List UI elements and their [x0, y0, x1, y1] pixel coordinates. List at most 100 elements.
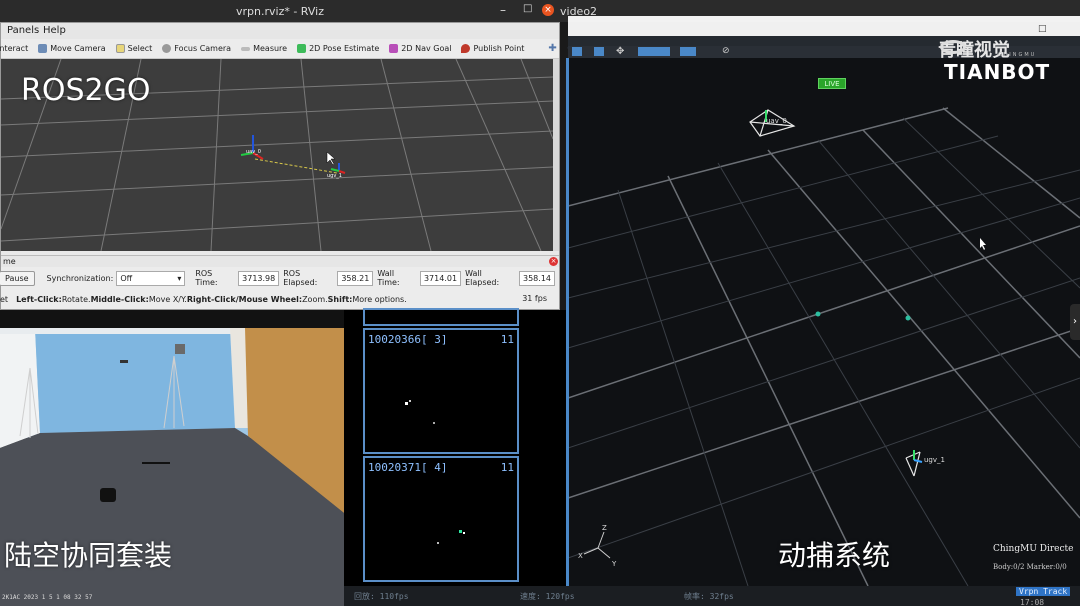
sync-select[interactable]: Off ▾ [116, 270, 186, 286]
tool-2d-nav-goal[interactable]: 2D Nav Goal [389, 44, 451, 53]
axis-x-label: X [578, 552, 583, 560]
minimize-icon[interactable]: – [500, 3, 506, 17]
measure-icon [241, 46, 251, 51]
settings-icon[interactable]: ⊘ [722, 46, 730, 56]
maximize-icon[interactable]: □ [1038, 24, 1047, 34]
camera-id-1-text: 10020366 [368, 333, 421, 346]
chingmu-brand: ChingMU Directe [993, 544, 1074, 554]
marker-dot [459, 530, 462, 533]
tool-publish-point-label: Publish Point [473, 44, 525, 53]
toolbar-btn-icon[interactable] [638, 47, 670, 56]
move-camera-icon [38, 44, 48, 53]
tool-publish-point[interactable]: Publish Point [461, 44, 524, 53]
os-title-bar: vrpn.rviz* - RViz – □ × video2 [0, 0, 1080, 22]
marker-dot [433, 422, 435, 424]
pause-button[interactable]: Pause [0, 270, 35, 286]
menu-help[interactable]: Help [43, 25, 66, 36]
hint-shift: Shift: [327, 294, 353, 304]
tool-focus-camera[interactable]: Focus Camera [162, 44, 231, 53]
tool-select[interactable]: Select [115, 44, 152, 53]
room-camera-photo: 陆空协同套装 2K1AC 2023 1 5 1 08 32 57 [0, 328, 344, 606]
fps-readout: 31 fps [522, 294, 547, 303]
camera-id-1: 10020366[ 3] [368, 333, 447, 346]
select-icon [115, 44, 125, 53]
mocap-label-ugv: ugv_1 [924, 456, 945, 464]
tool-interact[interactable]: Interact [0, 44, 28, 53]
hint-left-click-text: Rotate. [61, 294, 91, 304]
hint-shift-text: More options. [352, 294, 407, 304]
tool-2d-pose-estimate[interactable]: 2D Pose Estimate [297, 44, 379, 53]
focus-camera-icon [162, 44, 172, 53]
overlay-ros2go: ROS2GO [21, 73, 151, 108]
rviz-3d-view[interactable]: ROS2GO uav_0 ugv_1 [1, 59, 553, 251]
menu-panels[interactable]: Panels [7, 25, 39, 36]
move-icon[interactable]: ✥ [616, 46, 624, 57]
rviz-toolbar: Interact Move Camera Select Focus Camera… [0, 39, 575, 59]
toolbar-btn-icon[interactable] [680, 47, 696, 56]
sync-select-value: Off [120, 273, 133, 283]
status-hint-row: et Left-Click: Rotate. Middle-Click: Mov… [0, 289, 559, 309]
close-icon[interactable]: × [542, 4, 554, 16]
marker-dot [437, 542, 439, 544]
camera-index-2: 11 [500, 461, 514, 474]
tool-measure-label: Measure [253, 44, 288, 53]
tianbot-logo: TIANBOT [944, 60, 1051, 84]
axis-y-label: Y [612, 560, 617, 568]
add-tool-icon[interactable]: ✚ [548, 43, 556, 54]
tool-move-camera[interactable]: Move Camera [38, 44, 106, 53]
ros-elapsed-label: ROS Elapsed: [283, 269, 318, 287]
panel-close-icon[interactable]: × [549, 257, 558, 266]
status-item-2: 速度: 120fps [520, 592, 575, 601]
hint-right-click-text: Zoom. [302, 294, 328, 304]
camera-id-2-text: 10020371 [368, 461, 421, 474]
tool-interact-label: Interact [0, 44, 29, 53]
tool-2d-pose-estimate-label: 2D Pose Estimate [309, 44, 380, 53]
mocap-label-uav: uav_0 [766, 117, 787, 125]
wall-elapsed-label: Wall Elapsed: [465, 269, 500, 287]
camera-num-2: [ 4] [420, 461, 448, 474]
status-vrpn-track[interactable]: Vrpn Track [1016, 587, 1071, 596]
nav-goal-icon [389, 44, 399, 53]
reset-button[interactable]: et [0, 295, 8, 304]
hint-middle-click: Middle-Click: [90, 294, 149, 304]
hint-middle-click-text: Move X/Y. [148, 294, 187, 304]
tool-move-camera-label: Move Camera [50, 44, 106, 53]
next-arrow-icon[interactable]: › [1070, 304, 1080, 340]
hint-right-click: Right-Click/Mouse Wheel: [186, 294, 303, 304]
ros-elapsed-field[interactable]: 358.21 [337, 270, 374, 286]
rviz-scrollbar[interactable] [553, 59, 559, 251]
frame-label-ugv: ugv_1 [327, 173, 342, 179]
camera-num-1: [ 3] [420, 333, 448, 346]
camera-cell-partial[interactable] [363, 308, 519, 326]
chingmu-stats: Body:0/2 Marker:0/0 [993, 563, 1067, 571]
ros-time-field[interactable]: 3713.98 [238, 270, 280, 286]
tool-focus-camera-label: Focus Camera [174, 44, 232, 53]
chevron-down-icon: ▾ [177, 273, 182, 283]
camera-strip: 10020366[ 3] 11 10020371[ 4] 11 [344, 308, 568, 606]
toolbar-btn-icon[interactable] [572, 47, 582, 56]
rviz-window-title: vrpn.rviz* - RViz [236, 5, 324, 18]
marker-dot [405, 402, 408, 405]
toolbar-btn-icon[interactable] [594, 47, 604, 56]
marker-dot [409, 400, 411, 402]
wall-time-label: Wall Time: [377, 269, 400, 287]
mocap-grid [568, 107, 1080, 586]
camera-index-1: 11 [500, 333, 514, 346]
panel-divider[interactable] [566, 58, 569, 586]
camera-cell-2[interactable]: 10020371[ 4] 11 [363, 456, 519, 582]
camera-cell-1[interactable]: 10020366[ 3] 11 [363, 328, 519, 454]
mocap-3d-view[interactable]: LIVE uav_0 ugv_1 动捕系统 ChingMU Directe Bo… [568, 58, 1080, 586]
marker-dot [463, 532, 465, 534]
wall-time-field[interactable]: 3714.01 [419, 270, 462, 286]
hint-left-click: Left-Click: [16, 294, 62, 304]
wall-elapsed-field[interactable]: 358.14 [519, 270, 555, 286]
rviz-window: Panels Help Interact Move Camera Select … [0, 22, 575, 310]
frame-label-uav: uav_0 [246, 149, 261, 155]
maximize-icon[interactable]: □ [523, 3, 532, 14]
ros-time-label: ROS Time: [195, 269, 218, 287]
photo-timestamp: 2K1AC 2023 1 5 1 08 32 57 [2, 594, 93, 601]
photo-caption: 陆空协同套装 [4, 539, 173, 572]
time-panel-title: me × [1, 255, 559, 267]
tool-measure[interactable]: Measure [241, 44, 287, 53]
sync-label: Synchronization: [46, 273, 114, 283]
